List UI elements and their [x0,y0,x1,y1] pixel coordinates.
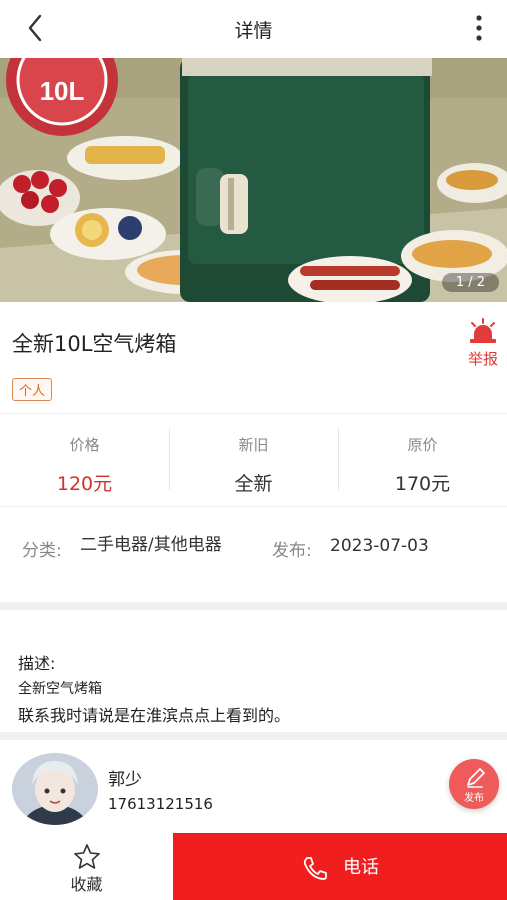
favorite-label: 收藏 [70,875,103,894]
description-line: 联系我时请说是在淮滨点点上看到的。 [18,706,291,725]
image-pager: 1 / 2 [441,273,499,292]
publish-label: 发布 [464,793,484,804]
more-vertical-icon [476,15,482,41]
product-image-gallery[interactable]: 10L 1 / 2 [0,58,507,302]
pencil-icon [467,768,485,788]
stat-label: 新旧 [238,436,269,454]
product-title: 全新10L空气烤箱 [12,332,177,356]
call-label: 电话 [343,857,379,878]
bottom-action-bar: 收藏 电话 [0,833,507,900]
publish-date-label: 发布: [272,541,312,561]
stat-label: 价格 [69,436,100,454]
publish-button[interactable]: 发布 [449,759,499,809]
stat-original-price: 原价 170元 [338,414,507,506]
category-value: 二手电器/其他电器 [80,535,222,555]
avatar[interactable] [12,753,98,825]
report-label: 举报 [467,350,498,368]
more-button[interactable] [465,10,493,46]
capacity-badge-text: 10L [40,76,85,106]
report-button[interactable]: 举报 [463,318,503,368]
stat-price: 价格 120元 [0,414,169,506]
stat-value: 全新 [234,473,273,495]
stat-value: 170元 [394,473,451,495]
product-meta: 分类: 二手电器/其他电器 发布: 2023-07-03 [0,520,507,602]
seller-name: 郭少 [108,770,142,790]
stat-condition: 新旧 全新 [169,414,338,506]
seller-card[interactable]: 郭少 17613121516 发布 [0,745,507,833]
section-divider [0,602,507,610]
product-photo: 10L [0,58,507,302]
star-outline-icon [74,844,100,869]
phone-icon [303,857,327,880]
page-title: 详情 [234,20,273,42]
description-line: 全新空气烤箱 [18,681,102,697]
seller-phone: 17613121516 [108,795,213,813]
product-stats: 价格 120元 新旧 全新 原价 170元 [0,413,507,507]
stat-value: 120元 [56,473,113,495]
stat-label: 原价 [407,436,438,454]
call-button[interactable]: 电话 [173,833,507,900]
top-bar: 详情 [0,0,507,58]
favorite-button[interactable]: 收藏 [0,833,173,900]
call-button-content: 电话 [173,853,507,881]
seller-avatar-image [12,753,98,825]
section-divider [0,732,507,740]
product-title-section: 全新10L空气烤箱 举报 个人 [0,302,507,412]
category-label: 分类: [22,541,62,561]
alarm-siren-icon [470,318,496,343]
publish-date-value: 2023-07-03 [330,536,429,556]
description-section: 描述: 全新空气烤箱 联系我时请说是在淮滨点点上看到的。 [0,612,507,732]
seller-type-tag: 个人 [12,378,53,401]
description-label: 描述: [18,654,56,673]
